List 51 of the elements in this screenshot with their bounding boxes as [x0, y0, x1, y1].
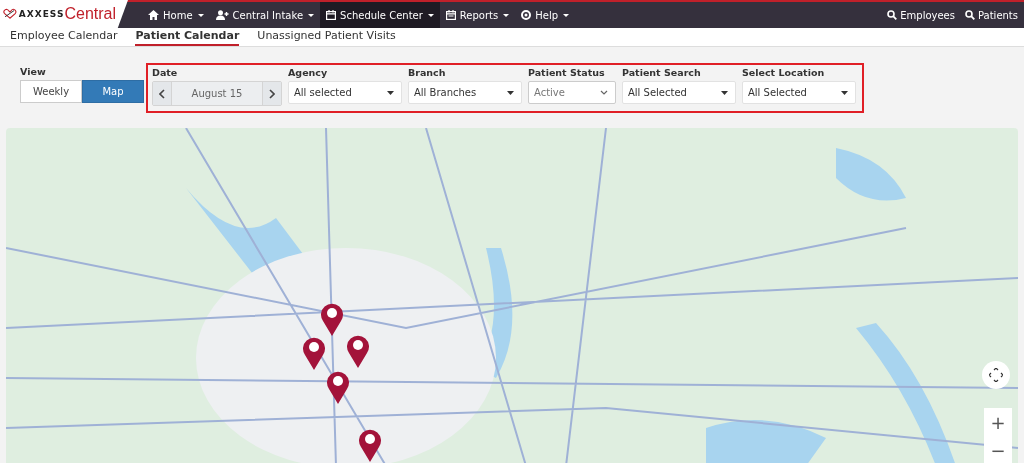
logo-brand: AXXESS	[18, 9, 65, 19]
chevron-right-icon	[269, 88, 275, 99]
nav-menu-item[interactable]: Central Intake	[209, 2, 321, 28]
filter-label: Patient Search	[622, 67, 702, 78]
map-placeholder[interactable]: + −	[6, 128, 1018, 463]
calendar-icon	[326, 10, 337, 20]
calendar-icon	[445, 10, 456, 20]
user-plus-icon	[215, 10, 229, 20]
caret-down-icon	[721, 90, 728, 95]
life-ring-icon	[521, 10, 532, 20]
calendar-tab[interactable]: Patient Calendar	[135, 28, 240, 46]
filter-label: Select Location	[742, 67, 826, 78]
filter-dropdown[interactable]: All selected	[288, 81, 402, 104]
logo-product: Central	[64, 5, 116, 23]
map-pin-icon[interactable]	[302, 336, 326, 370]
filter-dropdown[interactable]: All Branches	[408, 81, 522, 104]
calendar-tab[interactable]: Unassigned Patient Visits	[257, 28, 396, 46]
nav-menu-item[interactable]: Schedule Center	[320, 2, 440, 28]
search-link[interactable]: Patients	[964, 9, 1018, 21]
view-toggle-button[interactable]: Weekly	[20, 80, 82, 103]
hearts-logo-icon	[3, 6, 17, 22]
view-toggle-button[interactable]: Map	[82, 80, 144, 103]
filter-label: Branch	[408, 67, 447, 78]
caret-down-icon	[387, 90, 394, 95]
calendar-tab[interactable]: Employee Calendar	[10, 28, 118, 46]
chevron-down-icon	[600, 90, 608, 95]
search-icon	[964, 10, 975, 20]
filter-dropdown[interactable]: All Selected	[622, 81, 736, 104]
map-pin-icon[interactable]	[320, 302, 344, 336]
date-label: Date	[152, 67, 179, 78]
logo[interactable]: AXXESS Central	[0, 0, 128, 28]
filter-label: Agency	[288, 67, 329, 78]
view-label: View	[20, 66, 47, 77]
next-date-button[interactable]	[263, 82, 281, 105]
filter-dropdown[interactable]: All Selected	[742, 81, 856, 104]
caret-down-icon	[841, 90, 848, 95]
filter-dropdown[interactable]: Active	[528, 81, 616, 104]
move-arrows-icon	[989, 368, 1003, 382]
map-pin-icon[interactable]	[346, 334, 370, 368]
chevron-left-icon	[159, 88, 165, 99]
map-pin-icon[interactable]	[326, 370, 350, 404]
home-icon	[148, 10, 159, 20]
nav-menu-item[interactable]: Home	[142, 2, 210, 28]
search-icon	[887, 10, 898, 20]
nav-menu-item[interactable]: Reports	[439, 2, 516, 28]
previous-date-button[interactable]	[153, 82, 171, 105]
search-link[interactable]: Employees	[887, 9, 955, 21]
filter-label: Patient Status	[528, 67, 606, 78]
caret-down-icon	[507, 90, 514, 95]
nav-menu-item[interactable]: Help	[515, 2, 575, 28]
map-pin-icon[interactable]	[358, 428, 382, 462]
